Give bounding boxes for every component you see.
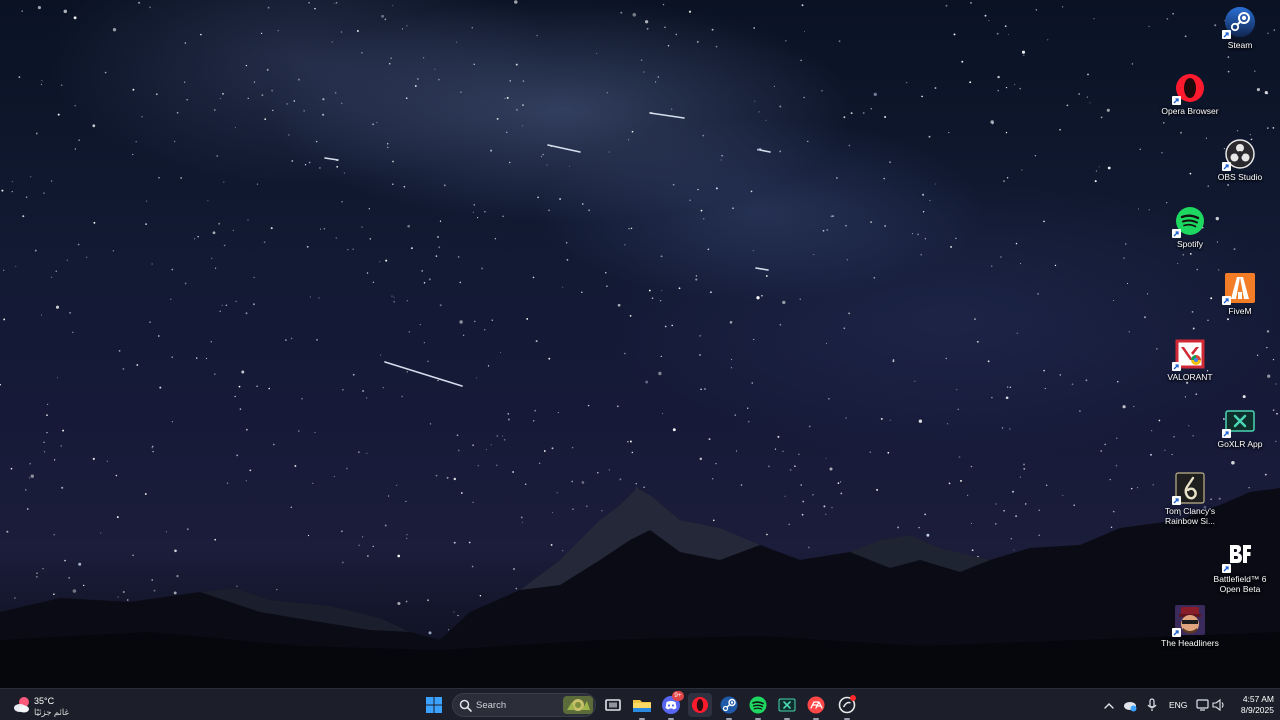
taskbar-discord[interactable]: 9+ <box>659 691 684 720</box>
ea-icon <box>807 696 825 714</box>
chevron-up-icon <box>1104 703 1114 709</box>
shortcut-arrow-icon <box>1172 96 1181 105</box>
partly-cloudy-icon <box>14 697 29 713</box>
desktop-icon-goxlr[interactable]: GoXLR App <box>1208 405 1272 449</box>
clock-time: 4:57 AM <box>1242 694 1274 704</box>
start-button[interactable] <box>422 693 446 717</box>
clock-date: 8/9/2025 <box>1240 705 1274 715</box>
shortcut-arrow-icon <box>1222 30 1231 39</box>
task-view-button[interactable] <box>601 693 625 717</box>
search-highlight-art-icon <box>563 696 593 714</box>
discord-notification-badge: 9+ <box>672 691 684 701</box>
weather-widget[interactable]: 35°C غائم جزئيًا <box>10 693 100 717</box>
desktop-icon-label: GoXLR App <box>1217 439 1263 449</box>
taskbar-ea-app[interactable] <box>804 693 828 720</box>
desktop-icon-headliners[interactable]: The Headliners <box>1158 604 1222 648</box>
weather-condition: غائم جزئيًا <box>34 707 69 717</box>
desktop-icon-label: The Headliners <box>1161 638 1219 648</box>
cloud-sync-icon <box>1124 702 1137 712</box>
desktop-icon-label: OBS Studio <box>1217 172 1263 182</box>
windows-logo-icon <box>426 697 442 713</box>
tray-network[interactable] <box>1195 697 1211 713</box>
desktop-icon-fivem[interactable]: FiveM <box>1208 272 1272 316</box>
weather-temperature: 35°C <box>34 696 55 706</box>
desktop-icon-obs[interactable]: OBS Studio <box>1208 138 1272 182</box>
desktop-icon-label: VALORANT <box>1167 372 1213 382</box>
desktop-icon-label: Spotify <box>1177 239 1203 249</box>
shortcut-arrow-icon <box>1172 628 1181 637</box>
desktop-icon-steam[interactable]: Steam <box>1208 6 1272 50</box>
shortcut-arrow-icon <box>1222 564 1231 573</box>
search-placeholder: Search <box>476 700 507 711</box>
desktop-icon-label: Tom Clancy's Rainbow Si... <box>1164 506 1216 526</box>
mountain-silhouette <box>0 488 1280 688</box>
desktop-icon-rainbow-six[interactable]: Tom Clancy's Rainbow Si... <box>1158 472 1222 526</box>
desktop-wallpaper: Steam Opera Browser OBS Studio Spotify F… <box>0 0 1280 688</box>
tray-microphone[interactable] <box>1145 697 1159 713</box>
show-hidden-icons-button[interactable] <box>1102 699 1116 711</box>
shortcut-arrow-icon <box>1222 296 1231 305</box>
taskbar-spotify[interactable] <box>746 693 770 720</box>
opera-icon <box>692 697 708 713</box>
spotify-icon <box>749 696 767 714</box>
taskbar: 35°C غائم جزئيًا Search 9+ ENG 4:57 AM 8… <box>0 688 1280 720</box>
shortcut-arrow-icon <box>1172 229 1181 238</box>
desktop-icon-battlefield[interactable]: Battlefield™ 6 Open Beta <box>1208 540 1272 594</box>
desktop-icon-label: Opera Browser <box>1161 106 1219 116</box>
desktop-icon-valorant[interactable]: VALORANT <box>1158 338 1222 382</box>
task-view-icon <box>605 699 621 711</box>
steam-icon <box>720 696 738 714</box>
input-language-indicator[interactable]: ENG <box>1169 700 1187 710</box>
taskbar-steam[interactable] <box>717 693 741 720</box>
tray-app-icon[interactable] <box>1122 697 1138 713</box>
desktop-icon-label: FiveM <box>1228 306 1252 316</box>
goxlr-icon <box>778 698 796 712</box>
desktop-icon-label: Steam <box>1227 40 1253 50</box>
desktop-icon-label: Battlefield™ 6 Open Beta <box>1213 574 1267 594</box>
search-icon <box>459 699 472 712</box>
network-icon <box>1196 699 1209 711</box>
taskbar-search-box[interactable]: Search <box>452 693 596 717</box>
taskbar-opera[interactable] <box>688 693 712 717</box>
shortcut-arrow-icon <box>1222 429 1231 438</box>
speaker-icon <box>1212 698 1224 712</box>
taskbar-goxlr[interactable] <box>775 693 799 720</box>
taskbar-file-explorer[interactable] <box>630 693 654 720</box>
shortcut-arrow-icon <box>1172 362 1181 371</box>
taskbar-riot-client[interactable] <box>835 693 859 720</box>
microphone-icon <box>1147 698 1157 711</box>
riot-client-icon <box>838 695 856 714</box>
folder-icon <box>633 700 651 712</box>
shortcut-arrow-icon <box>1172 496 1181 505</box>
system-clock[interactable]: 4:57 AM 8/9/2025 <box>1226 694 1274 716</box>
shortcut-arrow-icon <box>1222 162 1231 171</box>
tray-volume[interactable] <box>1211 697 1227 713</box>
desktop-icon-opera[interactable]: Opera Browser <box>1158 72 1222 116</box>
desktop-icon-spotify[interactable]: Spotify <box>1158 205 1222 249</box>
